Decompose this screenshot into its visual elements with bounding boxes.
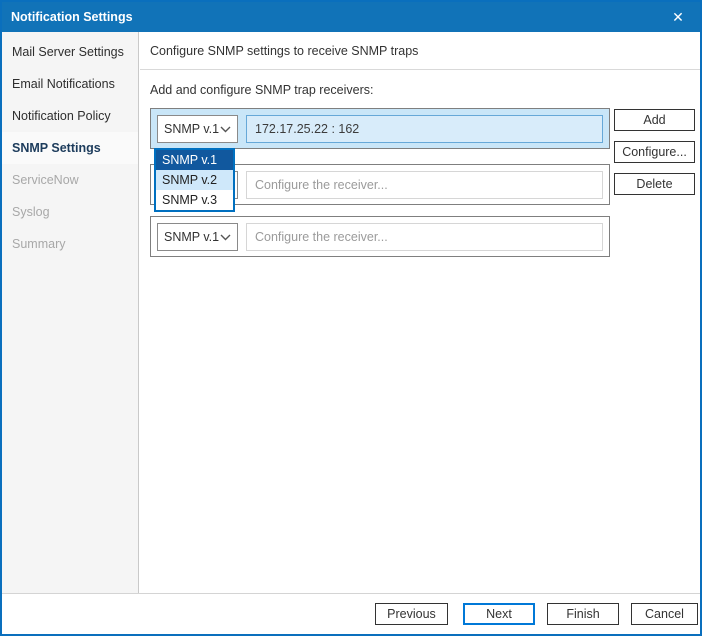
add-button[interactable]: Add: [614, 109, 695, 131]
sidebar-item-email-notifications[interactable]: Email Notifications: [2, 68, 138, 100]
close-icon: ✕: [672, 8, 684, 25]
dropdown-option-snmp-v2[interactable]: SNMP v.2: [156, 170, 233, 190]
cancel-button[interactable]: Cancel: [631, 603, 698, 625]
dropdown-option-snmp-v3[interactable]: SNMP v.3: [156, 190, 233, 210]
sidebar-item-snmp-settings[interactable]: SNMP Settings: [2, 132, 138, 164]
snmp-version-select-1[interactable]: SNMP v.1: [157, 115, 238, 143]
finish-button[interactable]: Finish: [547, 603, 619, 625]
dropdown-option-snmp-v1[interactable]: SNMP v.1: [156, 150, 233, 170]
sidebar-item-mail-server-settings[interactable]: Mail Server Settings: [2, 36, 138, 68]
configure-button[interactable]: Configure...: [614, 141, 695, 163]
receivers-label: Add and configure SNMP trap receivers:: [150, 83, 374, 97]
sidebar-item-servicenow: ServiceNow: [12, 173, 79, 187]
wizard-steps-sidebar: Mail Server Settings Email Notifications…: [2, 32, 139, 593]
snmp-settings-panel: Configure SNMP settings to receive SNMP …: [140, 32, 700, 593]
snmp-version-value: SNMP v.1: [164, 122, 220, 136]
chevron-down-icon: [220, 234, 231, 240]
receiver-address-input-2[interactable]: [246, 171, 603, 199]
snmp-version-select-3[interactable]: SNMP v.1: [157, 223, 238, 251]
sidebar-item-summary: Summary: [12, 237, 66, 251]
next-button[interactable]: Next: [463, 603, 535, 625]
titlebar: Notification Settings ✕: [2, 2, 700, 32]
snmp-version-value: SNMP v.1: [164, 230, 220, 244]
receiver-address-input-1[interactable]: [246, 115, 603, 143]
receiver-address-input-3[interactable]: [246, 223, 603, 251]
wizard-footer: Previous Next Finish Cancel: [2, 593, 700, 634]
snmp-version-dropdown-list: SNMP v.1 SNMP v.2 SNMP v.3: [154, 148, 235, 212]
window-title: Notification Settings: [11, 10, 133, 24]
receiver-row-1[interactable]: SNMP v.1: [150, 108, 610, 149]
receiver-row-3[interactable]: SNMP v.1: [150, 216, 610, 257]
delete-button[interactable]: Delete: [614, 173, 695, 195]
previous-button[interactable]: Previous: [375, 603, 448, 625]
notification-settings-dialog: Notification Settings ✕ Mail Server Sett…: [0, 0, 702, 636]
sidebar-item-notification-policy[interactable]: Notification Policy: [2, 100, 138, 132]
chevron-down-icon: [220, 126, 231, 132]
page-title: Configure SNMP settings to receive SNMP …: [140, 32, 700, 70]
close-button[interactable]: ✕: [656, 2, 700, 32]
sidebar-item-syslog: Syslog: [12, 205, 50, 219]
